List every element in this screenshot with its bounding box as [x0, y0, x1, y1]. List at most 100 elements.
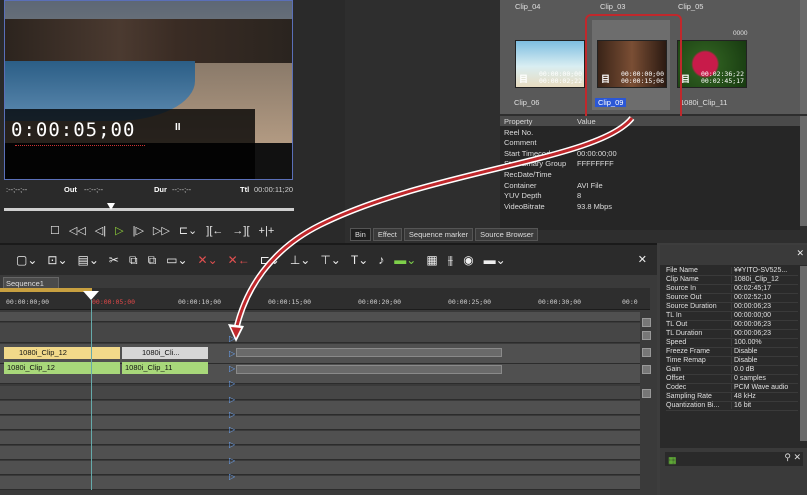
drop-placeholder-video [236, 348, 502, 357]
track-row [0, 416, 640, 430]
clip-name-11[interactable]: 1080i_Clip_11 [680, 98, 727, 107]
out-timecode: --:--;-- [84, 185, 104, 194]
close-icon[interactable]: ✕ [638, 253, 647, 266]
track-row [0, 476, 640, 490]
property-row: RecDate/Time [504, 170, 552, 179]
info-row: Source Out 00:02:52;10 [666, 294, 798, 303]
insert-marker-icon: ▷ [229, 349, 236, 358]
timeline-clip-video[interactable]: 1080i_Cli... [122, 347, 208, 359]
track-row [0, 401, 640, 415]
video-preview: 0:00:05;00 II [4, 0, 293, 180]
info-row: TL Out 00:00:06;23 [666, 321, 798, 330]
info-row: Offset 0 samples [666, 375, 798, 384]
step-back-icon[interactable]: ◁| [95, 225, 106, 237]
clip-name-05[interactable]: Clip_05 [678, 2, 703, 11]
clip-thumb-11[interactable]: 目 00:02:36;22 00:02:45;17 [677, 40, 747, 88]
record-icon[interactable]: ◉ [463, 254, 473, 266]
insert-marker-icon: ▷ [229, 364, 236, 373]
clip-type-icon: 目 [519, 74, 529, 84]
clip-name-06[interactable]: Clip_06 [514, 98, 539, 107]
track-expand-button[interactable] [642, 318, 651, 327]
text-icon[interactable]: T⌄ [351, 254, 368, 266]
save-icon[interactable]: ▤⌄ [78, 254, 99, 266]
insert-marker-icon: ▷ [229, 334, 236, 343]
clip-11-top-label: 0000 [733, 30, 748, 37]
properties-scrollbar[interactable] [800, 116, 807, 226]
ripple-delete-icon[interactable]: ✕← [228, 254, 250, 266]
property-row: YUV Depth 8 [504, 191, 582, 200]
mic-icon[interactable]: ♪ [378, 254, 384, 266]
timeline-clip-audio[interactable]: 1080i_Clip_12 [4, 362, 120, 374]
delete-icon[interactable]: ✕⌄ [198, 254, 218, 266]
info-row: TL In 00:00:00;00 [666, 312, 798, 321]
track-expand-button[interactable] [642, 331, 651, 340]
value-header: Value [577, 117, 596, 126]
tab-source-browser[interactable]: Source Browser [475, 228, 539, 241]
property-row: Reel No. [504, 128, 534, 137]
step-forward-icon[interactable]: |▷ [133, 225, 144, 237]
scrub-handle[interactable] [107, 203, 115, 210]
split-icon[interactable]: +|+ [259, 225, 275, 237]
open-icon[interactable]: ⊡⌄ [47, 254, 67, 266]
tab-sequence-marker[interactable]: Sequence marker [403, 228, 474, 241]
rewind-icon[interactable]: ◁◁ [69, 225, 86, 237]
panel-tools-icon[interactable]: ⚲ ✕ [784, 452, 801, 463]
tab-effect[interactable]: Effect [372, 228, 402, 241]
property-row: Container AVI File [504, 181, 603, 190]
mark-in-icon[interactable]: ][← [206, 225, 223, 237]
tab-bin[interactable]: Bin [350, 228, 371, 241]
grid-icon[interactable]: ▦ [426, 254, 437, 266]
drop-placeholder-audio [236, 365, 502, 374]
timeline-clip-video[interactable]: 1080i_Clip_12 [4, 347, 120, 359]
clip-info-panel: ✕ File Name ¥¥YITO-SV525... Clip Name 1080… [660, 245, 807, 495]
track-row [0, 323, 640, 343]
fast-forward-icon[interactable]: ▷▷ [153, 225, 170, 237]
clip-name-04[interactable]: Clip_04 [515, 2, 540, 11]
info-row: Freeze Frame Disable [666, 348, 798, 357]
stop-icon[interactable]: ☐ [50, 225, 60, 237]
play-icon[interactable]: ▷ [115, 225, 123, 237]
info-row: Clip Name 1080i_Clip_12 [666, 276, 798, 285]
track-row [0, 386, 640, 400]
track-expand-button[interactable] [642, 365, 651, 374]
close-icon[interactable]: ✕ [796, 248, 804, 259]
new-sequence-icon[interactable]: ▢⌄ [16, 254, 37, 266]
cut-icon[interactable]: ✂ [109, 254, 119, 266]
info-row: Time Remap Disable [666, 357, 798, 366]
timeline-clip-audio[interactable]: 1080i_Clip_11 [122, 362, 208, 374]
mixer-icon[interactable]: ⫵ [448, 254, 454, 266]
clip-name-03[interactable]: Clip_03 [600, 2, 625, 11]
bin-tabs: Bin Effect Sequence marker Source Browse… [350, 228, 570, 241]
insert-marker-icon: ▷ [229, 395, 236, 404]
selection-callout [585, 14, 682, 125]
grid-toggle-icon[interactable]: ▦ [668, 455, 677, 466]
scrub-bar[interactable] [4, 203, 294, 213]
mode-icon[interactable]: ⊏⌄ [260, 254, 280, 266]
info-row: TL Duration 00:00:06;23 [666, 330, 798, 339]
info-row: File Name ¥¥YITO-SV525... [666, 267, 798, 276]
export-icon[interactable]: ▬⌄ [484, 254, 506, 266]
replace-icon[interactable]: ▭⌄ [166, 254, 187, 266]
playhead-line [91, 300, 92, 490]
pause-indicator: II [175, 122, 181, 133]
keyframe-icon[interactable]: ⊤⌄ [320, 254, 341, 266]
paste-icon[interactable]: ⧉ [148, 254, 157, 266]
loop-icon[interactable]: ⊏⌄ [179, 225, 197, 237]
clip-thumb-06[interactable]: 目 00:00:00;00 00:00:02;22 [515, 40, 585, 88]
render-icon[interactable]: ▬⌄ [394, 254, 416, 266]
track-expand-button[interactable] [642, 389, 651, 398]
dur-timecode: --:--;-- [172, 185, 192, 194]
insert-marker-icon: ▷ [229, 425, 236, 434]
track-row [0, 312, 640, 322]
info-scrollbar[interactable] [800, 266, 807, 441]
mark-out-icon[interactable]: →][ [232, 225, 249, 237]
copy-icon[interactable]: ⧉ [129, 254, 138, 266]
level-icon[interactable]: ⊥⌄ [290, 254, 311, 266]
playhead-handle[interactable] [83, 291, 99, 300]
info-row: Source Duration 00:00:06;23 [666, 303, 798, 312]
info-row: Codec PCM Wave audio [666, 384, 798, 393]
property-row: Start Binary Group FFFFFFFF [504, 159, 614, 168]
bin-scrollbar[interactable] [800, 0, 807, 114]
track-expand-button[interactable] [642, 348, 651, 357]
player-timecode: 0:00:05;00 [11, 119, 136, 141]
